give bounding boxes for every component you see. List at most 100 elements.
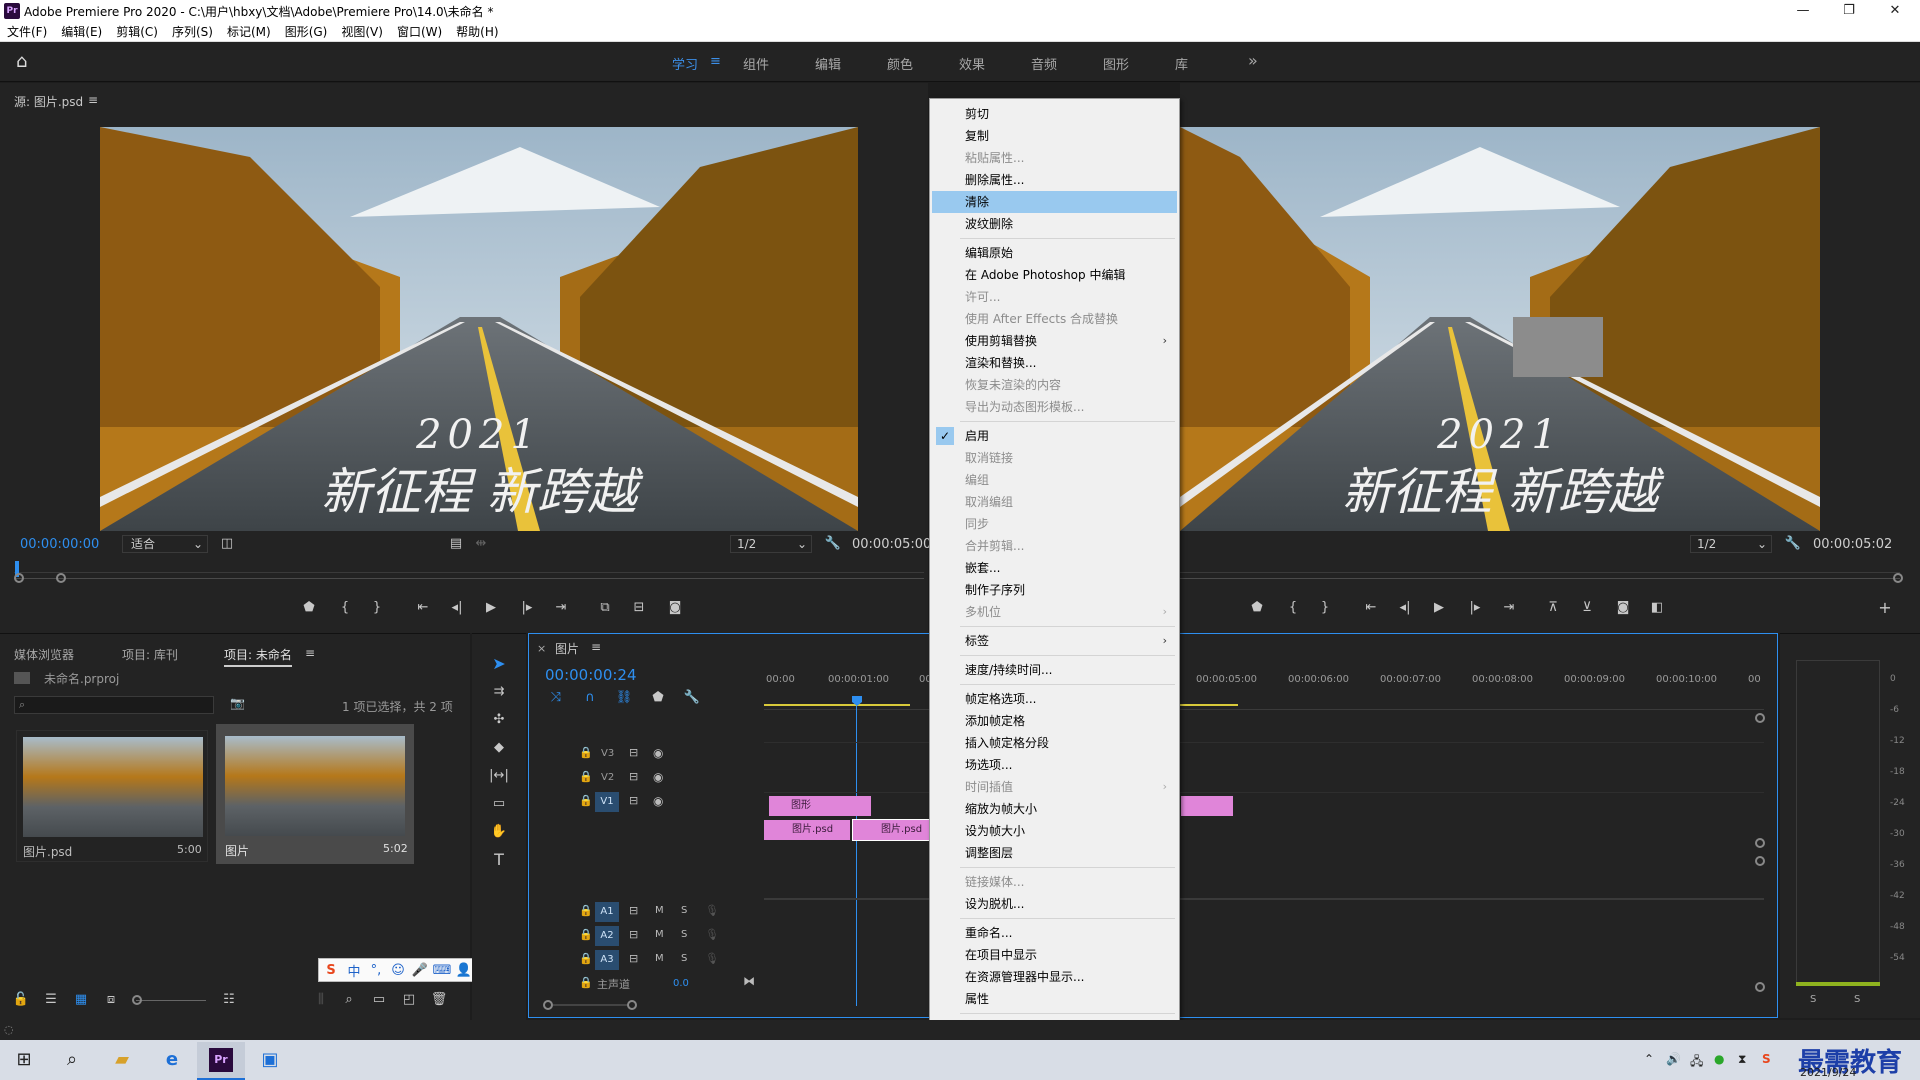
program-mark-out-icon[interactable]: } — [1314, 598, 1336, 618]
work-area-bar[interactable] — [764, 704, 910, 706]
source-resolution-select[interactable]: 1/2 ⌄ — [730, 535, 812, 553]
ime-logo-icon[interactable]: S — [319, 963, 343, 978]
sync-lock-icon[interactable]: ⊟ — [629, 770, 638, 783]
timeline-ruler[interactable]: 00:00 00:00:01:00 00 00:00:05:00 00:00:0… — [764, 664, 1764, 710]
program-go-to-out-icon[interactable]: ⇥ — [1498, 598, 1520, 618]
menu-help[interactable]: 帮助(H) — [449, 22, 505, 42]
export-frame-icon[interactable]: ◙ — [664, 598, 686, 618]
voiceover-mic-icon[interactable]: 🎙 — [705, 904, 719, 917]
delete-icon[interactable]: 🗑 — [428, 990, 450, 1010]
context-menu-item[interactable]: 使用剪辑替换 › — [932, 330, 1177, 352]
snap-icon[interactable]: ∩ — [579, 688, 601, 708]
ime-punctuation-icon[interactable]: °, — [365, 963, 387, 978]
ime-voice-icon[interactable]: 🎤 — [409, 963, 431, 978]
program-play-icon[interactable]: ▶ — [1428, 598, 1450, 618]
track-label-a2[interactable]: A2 — [595, 926, 619, 946]
bluetooth-icon[interactable]: ⧗ — [1738, 1052, 1746, 1067]
context-menu-item[interactable]: 设为脱机... — [932, 893, 1177, 915]
vertical-scroll-handle[interactable] — [1755, 713, 1765, 723]
zoom-handle-left[interactable] — [14, 573, 24, 583]
source-zoom-bar[interactable] — [14, 578, 924, 579]
vertical-scroll-handle[interactable] — [1755, 982, 1765, 992]
program-zoom-bar[interactable] — [1180, 578, 1900, 579]
program-zoom-handle[interactable] — [1893, 573, 1903, 583]
project-search-input[interactable]: ⌕ — [14, 696, 214, 714]
meter-solo-left[interactable]: S — [1810, 994, 1816, 1005]
source-time-ruler[interactable] — [14, 559, 924, 573]
sync-lock-icon[interactable]: ⊟ — [629, 928, 638, 941]
context-menu-item[interactable]: 复制 — [932, 125, 1177, 147]
go-to-out-icon[interactable]: ⇥ — [550, 598, 572, 618]
search-icon[interactable]: ⌕ — [48, 1040, 96, 1080]
context-menu-item[interactable]: 渲染和替换... — [932, 352, 1177, 374]
start-windows-icon[interactable]: ⊞ — [0, 1040, 48, 1080]
mute-button[interactable]: M — [655, 929, 664, 940]
automate-icon[interactable]: ⫼ — [310, 990, 332, 1010]
project-item[interactable]: 图片.psd 5:00 — [16, 730, 208, 862]
insert-icon[interactable]: ⧉ — [594, 598, 616, 618]
program-video-frame[interactable]: 2021 新征程 新跨越 — [1180, 127, 1820, 531]
premiere-taskbar-button[interactable]: Pr — [197, 1042, 245, 1080]
new-bin-from-search-icon[interactable]: 📷 — [230, 696, 245, 710]
voiceover-mic-icon[interactable]: 🎙 — [705, 952, 719, 965]
vertical-scroll-handle[interactable] — [1755, 856, 1765, 866]
slip-tool-icon[interactable]: |↔| — [488, 766, 510, 786]
lock-track-icon[interactable]: 🔒 — [579, 746, 593, 759]
program-mark-in-icon[interactable]: { — [1282, 598, 1304, 618]
timeline-marker-icon[interactable]: ⬟ — [647, 688, 669, 708]
eye-icon[interactable]: ◉ — [653, 770, 663, 784]
sync-lock-icon[interactable]: ⊟ — [629, 952, 638, 965]
wrench-icon[interactable]: 🔧 — [822, 534, 844, 554]
icon-view-icon[interactable]: ▦ — [70, 990, 92, 1010]
context-menu-item[interactable]: 删除属性... — [932, 169, 1177, 191]
workspace-tab-color[interactable]: 颜色 — [887, 54, 913, 73]
close-button[interactable]: ✕ — [1872, 0, 1918, 22]
play-icon[interactable]: ▶ — [480, 598, 502, 618]
clip-context-menu[interactable]: 剪切 复制 粘贴属性... 删除属性... 清除 波纹删除 编辑原始在 Adobe Phot… — [929, 98, 1180, 1040]
context-menu-item[interactable]: 编辑原始 — [932, 242, 1177, 264]
file-explorer-icon[interactable]: ▰ — [98, 1040, 146, 1080]
program-add-marker-icon[interactable]: ⬟ — [1246, 598, 1268, 618]
edge-browser-icon[interactable]: e — [148, 1040, 196, 1080]
context-menu-item[interactable]: 设为帧大小 — [932, 820, 1177, 842]
track-label-a3[interactable]: A3 — [595, 950, 619, 970]
mute-button[interactable]: M — [655, 953, 664, 964]
context-menu-item[interactable]: 清除 — [932, 191, 1177, 213]
tray-expand-icon[interactable]: ⌃ — [1644, 1052, 1654, 1066]
safe-margins-icon[interactable]: ▤ — [445, 534, 467, 554]
context-menu-item[interactable]: 在 Adobe Photoshop 中编辑 — [932, 264, 1177, 286]
extract-icon[interactable]: ⊻ — [1576, 598, 1598, 618]
master-expand-icon[interactable]: ⧓ — [743, 974, 755, 988]
menu-clip[interactable]: 剪辑(C) — [109, 22, 165, 42]
workspace-tab-graphics[interactable]: 图形 — [1103, 54, 1129, 73]
rectangle-tool-icon[interactable]: ▭ — [488, 794, 510, 814]
project-item-selected[interactable]: 图片 5:02 — [216, 724, 414, 864]
workspace-tab-audio[interactable]: 音频 — [1031, 54, 1057, 73]
type-tool-icon[interactable]: T — [488, 850, 510, 870]
lift-icon[interactable]: ⊼ — [1542, 598, 1564, 618]
ime-chinese-mode[interactable]: 中 — [343, 961, 365, 980]
ime-keyboard-icon[interactable]: ⌨ — [431, 963, 453, 978]
lock-icon[interactable]: 🔓 — [10, 990, 32, 1010]
sort-icon[interactable]: ☷ — [218, 990, 240, 1010]
track-select-tool-icon[interactable]: ⇉ — [488, 682, 510, 702]
track-label-v2[interactable]: V2 — [601, 772, 614, 783]
menu-markers[interactable]: 标记(M) — [220, 22, 278, 42]
new-bin-icon[interactable]: ▭ — [368, 990, 390, 1010]
fit-select[interactable]: 适合 ⌄ — [122, 535, 208, 553]
freeform-view-icon[interactable]: ⧈ — [100, 990, 122, 1010]
workspace-tab-editing[interactable]: 编辑 — [815, 54, 841, 73]
mark-out-icon[interactable]: } — [366, 598, 388, 618]
razor-tool-icon[interactable]: ◆ — [488, 738, 510, 758]
home-icon[interactable]: ⌂ — [16, 52, 38, 72]
add-marker-icon[interactable]: ⬟ — [298, 598, 320, 618]
panel-menu-icon[interactable]: ≡ — [88, 93, 98, 107]
security-icon[interactable]: ● — [1714, 1052, 1724, 1066]
selection-tool-icon[interactable]: ➤ — [488, 654, 510, 674]
context-menu-item[interactable]: 重命名... — [932, 922, 1177, 944]
button-editor-plus-icon[interactable]: + — [1874, 598, 1896, 618]
clip-image-psd-selected[interactable]: 图片.psd — [852, 819, 932, 841]
context-menu-item[interactable]: 波纹删除 — [932, 213, 1177, 235]
workspace-tab-effects[interactable]: 效果 — [959, 54, 985, 73]
voiceover-mic-icon[interactable]: 🎙 — [705, 928, 719, 941]
